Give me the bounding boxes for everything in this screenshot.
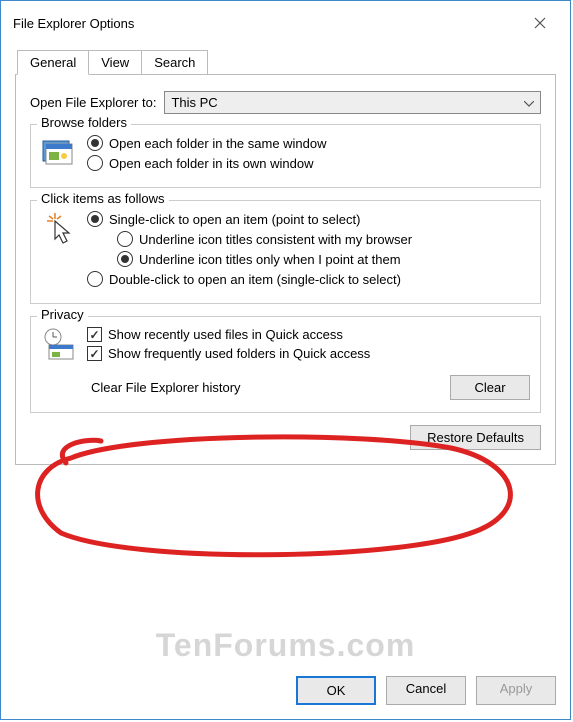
tab-search[interactable]: Search (141, 50, 208, 75)
clear-button[interactable]: Clear (450, 375, 530, 400)
cancel-button[interactable]: Cancel (386, 676, 466, 705)
tab-view[interactable]: View (88, 50, 142, 75)
radio-single-click[interactable] (87, 211, 103, 227)
tab-strip: General View Search (1, 50, 570, 75)
browse-folders-legend: Browse folders (37, 115, 131, 130)
radio-same-window-label[interactable]: Open each folder in the same window (109, 136, 327, 151)
click-items-group: Click items as follows Single-click to o… (30, 200, 541, 304)
restore-defaults-button[interactable]: Restore Defaults (410, 425, 541, 450)
radio-double-click-label[interactable]: Double-click to open an item (single-cli… (109, 272, 401, 287)
close-icon (534, 17, 546, 29)
dialog-window: File Explorer Options General View Searc… (0, 0, 571, 720)
radio-underline-browser[interactable] (117, 231, 133, 247)
tab-general[interactable]: General (17, 50, 89, 75)
radio-underline-browser-label[interactable]: Underline icon titles consistent with my… (139, 232, 412, 247)
radio-underline-point-label[interactable]: Underline icon titles only when I point … (139, 252, 401, 267)
close-button[interactable] (520, 9, 560, 37)
checkbox-show-frequent[interactable] (87, 346, 102, 361)
checkbox-show-recent-label[interactable]: Show recently used files in Quick access (108, 327, 343, 342)
radio-own-window-label[interactable]: Open each folder in its own window (109, 156, 314, 171)
radio-own-window[interactable] (87, 155, 103, 171)
open-to-value: This PC (171, 95, 217, 110)
checkbox-show-recent[interactable] (87, 327, 102, 342)
privacy-legend: Privacy (37, 307, 88, 322)
watermark-text: TenForums.com (1, 627, 570, 664)
radio-single-click-label[interactable]: Single-click to open an item (point to s… (109, 212, 360, 227)
titlebar: File Explorer Options (1, 1, 570, 49)
radio-double-click[interactable] (87, 271, 103, 287)
open-to-row: Open File Explorer to: This PC (30, 91, 541, 114)
open-to-combobox[interactable]: This PC (164, 91, 541, 114)
dialog-title: File Explorer Options (13, 16, 134, 31)
open-to-label: Open File Explorer to: (30, 95, 156, 110)
ok-button[interactable]: OK (296, 676, 376, 705)
clear-history-label: Clear File Explorer history (91, 380, 241, 395)
checkbox-show-frequent-label[interactable]: Show frequently used folders in Quick ac… (108, 346, 370, 361)
click-items-legend: Click items as follows (37, 191, 169, 206)
radio-same-window[interactable] (87, 135, 103, 151)
dialog-button-row: OK Cancel Apply (296, 676, 556, 705)
browse-folders-group: Browse folders Open each folder in the s… (30, 124, 541, 188)
tab-panel-general: Open File Explorer to: This PC Browse fo… (15, 74, 556, 465)
folder-windows-icon (41, 135, 77, 171)
privacy-group: Privacy Show recently used files in Quic… (30, 316, 541, 413)
radio-underline-point[interactable] (117, 251, 133, 267)
pointer-click-icon (41, 211, 77, 247)
chevron-down-icon (524, 95, 534, 110)
privacy-history-icon (41, 327, 77, 363)
apply-button[interactable]: Apply (476, 676, 556, 705)
